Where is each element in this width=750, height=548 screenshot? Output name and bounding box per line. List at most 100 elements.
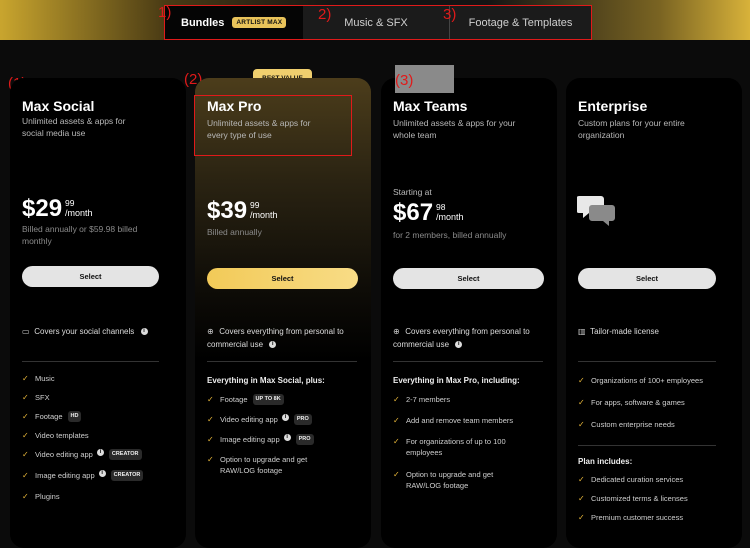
feature-item: ✓ Image editing app i PRO [207,434,352,454]
plan-description: Custom plans for your entire organizatio… [578,118,685,140]
plan-name: Max Social [22,98,95,114]
select-max-teams-button[interactable]: Select [393,268,544,289]
tab-bundles-label: Bundles [181,16,225,29]
price-cents: 99 [250,200,260,210]
globe-icon: ⊕ [207,327,214,336]
feature-text: Dedicated curation services [591,475,684,484]
check-icon: ✓ [22,450,29,459]
annotation-label-tab-3: 3) [443,6,457,23]
annotation-label-tab-1: 1) [158,4,172,21]
info-icon[interactable]: i [98,470,106,477]
feature-text: Image editing app [35,471,95,480]
coverage-note: ⊕ Covers everything from personal to com… [393,325,533,351]
price-amount: $39 [207,197,248,224]
check-icon: ✓ [578,475,585,484]
chat-bubbles-icon [577,196,615,226]
coverage-text: Covers your social channels [34,327,135,336]
globe-icon: ⊕ [393,327,400,336]
includes-list: ✓ Dedicated curation services ✓ Customized… [578,474,723,531]
feature-text: SFX [35,393,50,402]
pro-tag: PRO [295,434,314,445]
check-icon: ✓ [22,471,29,480]
tab-bundles[interactable]: Bundles ARTLIST MAX [165,6,303,39]
pro-tag: PRO [293,414,312,425]
info-icon[interactable]: i [281,414,289,421]
feature-text: Add and remove team members [406,416,514,425]
billing-note: Billed annually or $59.98 billed monthly [22,224,138,246]
feature-text: Custom enterprise needs [591,420,675,429]
feature-item: ✓ Footage HD [22,411,167,430]
feature-item: ✓ For apps, software & games [578,397,723,419]
info-icon[interactable]: i [455,341,463,349]
annotation-label-card-3: (3) [395,72,414,89]
feature-item: ✓ Option to upgrade and get RAW/LOG foota… [393,469,538,491]
check-icon: ✓ [578,398,585,407]
plan-price: $67 98 /month [393,199,464,227]
check-icon: ✓ [22,412,29,421]
check-icon: ✓ [207,395,214,404]
feature-text: Customized terms & licenses [591,494,688,503]
devices-icon: ▭ [22,327,30,336]
creator-tag: CREATOR [108,449,142,460]
feature-item: ✓ Footage UP TO 8K [207,394,352,414]
plan-card-max-teams: Max Teams Unlimited assets & apps for yo… [381,78,557,548]
check-icon: ✓ [207,435,214,444]
feature-item: ✓ Premium customer success [578,512,723,531]
feature-item: ✓ Video editing app i CREATOR [22,449,167,470]
feature-list: ✓ Music ✓ SFX ✓ Footage HD ✓ Video templates … [22,373,167,510]
check-icon: ✓ [22,393,29,402]
price-period: /month [436,212,464,222]
check-icon: ✓ [207,455,214,464]
plan-card-max-social: Max Social Unlimited assets & apps for s… [10,78,186,548]
feature-text: Video editing app [220,415,278,424]
feature-item: ✓ SFX [22,392,167,411]
feature-text: 2-7 members [406,395,451,404]
feature-text: Premium customer success [591,513,684,522]
feature-item: ✓ Image editing app i CREATOR [22,470,167,491]
feature-item: ✓ Dedicated curation services [578,474,723,493]
feature-text: Music [35,374,55,383]
select-enterprise-button[interactable]: Select [578,268,716,289]
feature-item: ✓ Music [22,373,167,392]
info-icon[interactable]: i [283,434,291,441]
feature-text: For apps, software & games [591,398,685,407]
feature-item: ✓ Customized terms & licenses [578,493,723,512]
annotation-highlight-box [194,95,352,156]
feature-text: Plugins [35,492,60,501]
check-icon: ✓ [578,376,585,385]
annotation-label-tab-2: 2) [318,6,332,23]
info-icon[interactable]: i [140,328,148,336]
feature-list: ✓ Footage UP TO 8K ✓ Video editing app i PRO … [207,394,352,476]
feature-item: ✓ Organizations of 100+ employees [578,375,723,397]
divider [207,361,357,362]
select-max-pro-button[interactable]: Select [207,268,358,289]
feature-item: ✓ For organizations of up to 100 employee… [393,436,538,469]
feature-item: ✓ Video templates [22,430,167,449]
check-icon: ✓ [207,415,214,424]
divider [578,445,716,446]
artlist-max-badge: ARTLIST MAX [232,17,287,28]
plan-name: Enterprise [578,98,648,114]
billing-note: Billed annually [207,227,262,237]
plan-price: $29 99 /month [22,195,93,223]
plan-card-enterprise: Enterprise Custom plans for your entire … [566,78,742,548]
check-icon: ✓ [393,416,400,425]
select-max-social-button[interactable]: Select [22,266,159,287]
plan-includes-heading: Plan includes: [578,457,633,466]
feature-text: Organizations of 100+ employees [591,376,703,385]
feature-text: Footage [220,395,248,404]
check-icon: ✓ [22,492,29,501]
feature-text: Option to upgrade and get RAW/LOG footag… [220,455,308,475]
feature-text: Video editing app [35,450,93,459]
hd-tag: HD [67,411,82,422]
tab-footage-templates[interactable]: Footage & Templates [450,6,591,39]
info-icon[interactable]: i [269,341,277,349]
feature-item: ✓ Custom enterprise needs [578,419,723,441]
feature-item: ✓ Video editing app i PRO [207,414,352,434]
feature-text: Image editing app [220,435,280,444]
info-icon[interactable]: i [96,449,104,456]
check-icon: ✓ [393,470,400,479]
building-icon: ▥ [578,327,586,336]
divider [22,361,159,362]
starting-at-label: Starting at [393,187,432,197]
